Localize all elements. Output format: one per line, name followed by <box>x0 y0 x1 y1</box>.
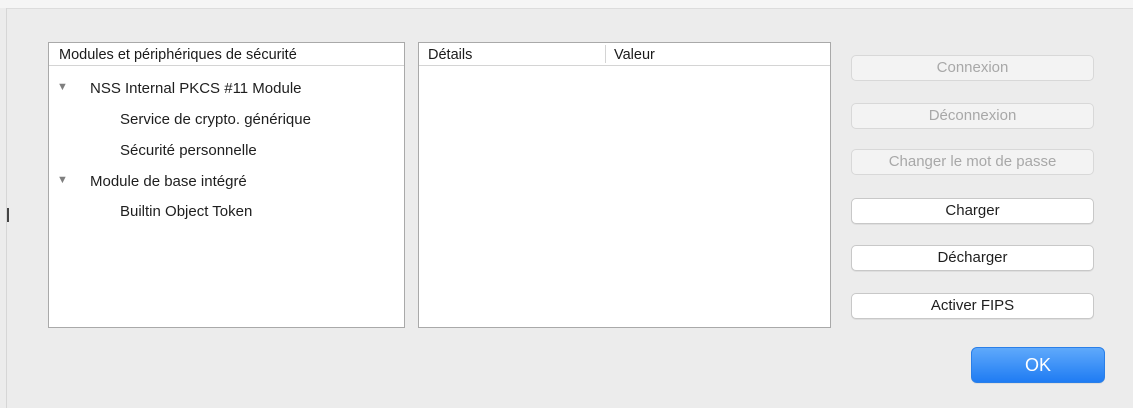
left-edge-mark <box>7 208 9 222</box>
modules-tree-panel[interactable]: Modules et périphériques de sécurité ▼ N… <box>48 42 405 328</box>
window-top-edge <box>0 0 1133 9</box>
column-separator[interactable] <box>605 45 606 63</box>
tree-item-nss-internal[interactable]: ▼ NSS Internal PKCS #11 Module <box>49 76 404 104</box>
column-header-details[interactable]: Détails <box>428 47 472 63</box>
enable-fips-button[interactable]: Activer FIPS <box>851 293 1094 319</box>
details-column-header: Détails Valeur <box>419 43 830 66</box>
window-left-edge <box>0 8 7 408</box>
modules-column-header[interactable]: Modules et périphériques de sécurité <box>49 43 404 66</box>
tree-item-personal-security[interactable]: Sécurité personnelle <box>49 138 404 166</box>
login-button[interactable]: Connexion <box>851 55 1094 81</box>
logout-button[interactable]: Déconnexion <box>851 103 1094 129</box>
tree-item-builtin-token[interactable]: Builtin Object Token <box>49 199 404 227</box>
tree-item-label: NSS Internal PKCS #11 Module <box>90 80 302 97</box>
column-header-value[interactable]: Valeur <box>614 47 655 63</box>
tree-item-label: Service de crypto. générique <box>120 111 311 128</box>
load-button[interactable]: Charger <box>851 198 1094 224</box>
unload-button[interactable]: Décharger <box>851 245 1094 271</box>
tree-item-crypto-service[interactable]: Service de crypto. générique <box>49 107 404 135</box>
change-password-button[interactable]: Changer le mot de passe <box>851 149 1094 175</box>
modules-header-label: Modules et périphériques de sécurité <box>59 47 297 63</box>
tree-item-label: Module de base intégré <box>90 173 247 190</box>
ok-button[interactable]: OK <box>971 347 1105 383</box>
tree-item-builtin-module[interactable]: ▼ Module de base intégré <box>49 169 404 197</box>
disclosure-triangle-icon[interactable]: ▼ <box>57 174 68 186</box>
details-table-panel[interactable]: Détails Valeur <box>418 42 831 328</box>
tree-item-label: Sécurité personnelle <box>120 142 257 159</box>
disclosure-triangle-icon[interactable]: ▼ <box>57 81 68 93</box>
tree-item-label: Builtin Object Token <box>120 203 253 220</box>
